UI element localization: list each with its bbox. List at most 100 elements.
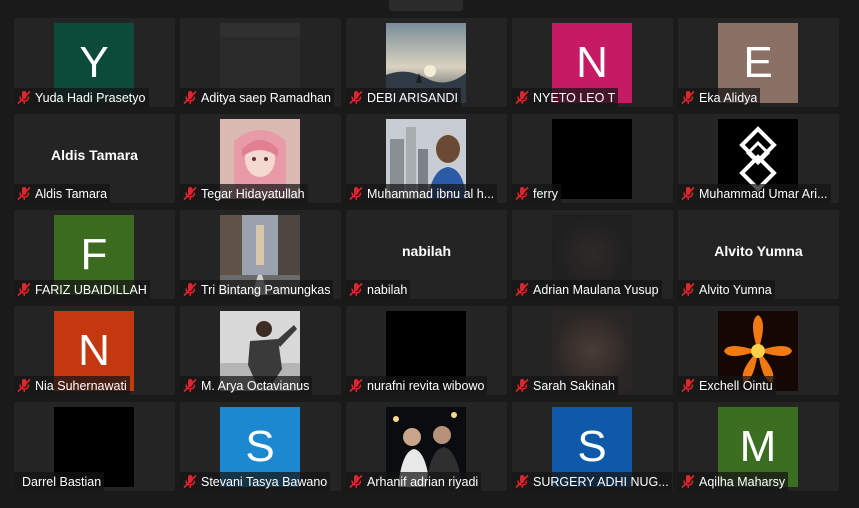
participant-name-label: ferry xyxy=(512,184,561,203)
participant-name: Arhanif adrian riyadi xyxy=(367,474,479,489)
participant-name-label: SURGERY ADHI NUG... xyxy=(512,472,672,491)
participant-name-label: M. Arya Octavianus xyxy=(180,376,313,395)
muted-mic-icon xyxy=(349,90,363,105)
muted-mic-icon xyxy=(183,186,197,201)
participant-tile[interactable]: Muhammad Umar Ari... xyxy=(678,114,839,203)
muted-mic-icon xyxy=(515,90,529,105)
participant-name: SURGERY ADHI NUG... xyxy=(533,474,669,489)
muted-mic-icon xyxy=(681,474,695,489)
participant-name-label: Yuda Hadi Prasetyo xyxy=(14,88,149,107)
participant-tile[interactable]: Tegar Hidayatullah xyxy=(180,114,341,203)
participant-name-label: Darrel Bastian xyxy=(14,472,105,491)
participant-name: Adrian Maulana Yusup xyxy=(533,282,659,297)
muted-mic-icon xyxy=(349,378,363,393)
gallery-grid: Y Yuda Hadi Prasetyo Aditya saep Ramadhan D… xyxy=(14,18,839,491)
participant-tile[interactable]: Tri Bintang Pamungkas xyxy=(180,210,341,299)
muted-mic-icon xyxy=(183,282,197,297)
participant-tile[interactable]: nabilah nabilah xyxy=(346,210,507,299)
participant-name: nurafni revita wibowo xyxy=(367,378,485,393)
participant-name: ferry xyxy=(533,186,558,201)
participant-tile[interactable]: DEBI ARISANDI xyxy=(346,18,507,107)
participant-name-label: Aditya saep Ramadhan xyxy=(180,88,334,107)
participant-name-label: Nia Suhernawati xyxy=(14,376,130,395)
participant-name: Aqilha Maharsy xyxy=(699,474,786,489)
participant-tile[interactable]: S SURGERY ADHI NUG... xyxy=(512,402,673,491)
participant-name: Yuda Hadi Prasetyo xyxy=(35,90,146,105)
participant-name: Aldis Tamara xyxy=(35,186,108,201)
participant-name: Sarah Sakinah xyxy=(533,378,616,393)
muted-mic-icon xyxy=(183,378,197,393)
participant-name-label: Muhammad ibnu al h... xyxy=(346,184,498,203)
muted-mic-icon xyxy=(349,186,363,201)
participant-name: M. Arya Octavianus xyxy=(201,378,310,393)
muted-mic-icon xyxy=(681,378,695,393)
participant-name-label: Aqilha Maharsy xyxy=(678,472,789,491)
participant-tile[interactable]: ferry xyxy=(512,114,673,203)
participant-name-label: NYETO LEO T xyxy=(512,88,619,107)
muted-mic-icon xyxy=(17,282,31,297)
participant-name-label: Sarah Sakinah xyxy=(512,376,619,395)
participant-name-label: Alvito Yumna xyxy=(678,280,775,299)
participant-tile[interactable]: E Eka Alidya xyxy=(678,18,839,107)
participant-name: DEBI ARISANDI xyxy=(367,90,458,105)
participant-tile[interactable]: N Nia Suhernawati xyxy=(14,306,175,395)
participant-name-label: Aldis Tamara xyxy=(14,184,111,203)
muted-mic-icon xyxy=(515,186,529,201)
participant-name-label: Eka Alidya xyxy=(678,88,761,107)
participant-tile[interactable]: Aditya saep Ramadhan xyxy=(180,18,341,107)
participant-name: Stevani Tasya Bawano xyxy=(201,474,328,489)
participant-tile[interactable]: Darrel Bastian xyxy=(14,402,175,491)
participant-name: Nia Suhernawati xyxy=(35,378,127,393)
top-handle[interactable] xyxy=(389,0,463,11)
muted-mic-icon xyxy=(681,186,695,201)
participant-tile[interactable]: N NYETO LEO T xyxy=(512,18,673,107)
muted-mic-icon xyxy=(17,90,31,105)
muted-mic-icon xyxy=(515,378,529,393)
participant-name: Muhammad ibnu al h... xyxy=(367,186,495,201)
participant-name: Tegar Hidayatullah xyxy=(201,186,305,201)
participant-tile[interactable]: M. Arya Octavianus xyxy=(180,306,341,395)
participant-tile[interactable]: Aldis Tamara Aldis Tamara xyxy=(14,114,175,203)
muted-mic-icon xyxy=(681,90,695,105)
muted-mic-icon xyxy=(183,90,197,105)
participant-display-name: nabilah xyxy=(401,243,451,259)
muted-mic-icon xyxy=(349,282,363,297)
participant-name-label: Adrian Maulana Yusup xyxy=(512,280,662,299)
participant-name-label: nabilah xyxy=(346,280,411,299)
participant-name-label: Tri Bintang Pamungkas xyxy=(180,280,334,299)
participant-name-label: Exchell Ointu xyxy=(678,376,776,395)
participant-name: FARIZ UBAIDILLAH xyxy=(35,282,147,297)
participant-name: Exchell Ointu xyxy=(699,378,773,393)
participant-name: Darrel Bastian xyxy=(22,474,102,489)
participant-name: nabilah xyxy=(367,282,408,297)
participant-tile[interactable]: Alvito Yumna Alvito Yumna xyxy=(678,210,839,299)
muted-mic-icon xyxy=(515,474,529,489)
participant-display-name: Alvito Yumna xyxy=(714,243,803,259)
participant-name: NYETO LEO T xyxy=(533,90,616,105)
muted-mic-icon xyxy=(681,282,695,297)
participant-tile[interactable]: Muhammad ibnu al h... xyxy=(346,114,507,203)
participant-photo xyxy=(552,119,632,199)
participant-name-label: Tegar Hidayatullah xyxy=(180,184,308,203)
participant-tile[interactable]: nurafni revita wibowo xyxy=(346,306,507,395)
participant-name-label: Muhammad Umar Ari... xyxy=(678,184,831,203)
participant-tile[interactable]: S Stevani Tasya Bawano xyxy=(180,402,341,491)
participant-tile[interactable]: Sarah Sakinah xyxy=(512,306,673,395)
participant-tile[interactable]: Arhanif adrian riyadi xyxy=(346,402,507,491)
participant-name-label: nurafni revita wibowo xyxy=(346,376,488,395)
muted-mic-icon xyxy=(515,282,529,297)
participant-display-name: Aldis Tamara xyxy=(51,147,138,163)
muted-mic-icon xyxy=(17,378,31,393)
participant-tile[interactable]: Adrian Maulana Yusup xyxy=(512,210,673,299)
participant-name: Eka Alidya xyxy=(699,90,758,105)
participant-name: Aditya saep Ramadhan xyxy=(201,90,331,105)
participant-tile[interactable]: Exchell Ointu xyxy=(678,306,839,395)
participant-tile[interactable]: F FARIZ UBAIDILLAH xyxy=(14,210,175,299)
muted-mic-icon xyxy=(349,474,363,489)
muted-mic-icon xyxy=(183,474,197,489)
participant-name: Muhammad Umar Ari... xyxy=(699,186,828,201)
participant-tile[interactable]: M Aqilha Maharsy xyxy=(678,402,839,491)
participant-tile[interactable]: Y Yuda Hadi Prasetyo xyxy=(14,18,175,107)
participant-name-label: FARIZ UBAIDILLAH xyxy=(14,280,150,299)
participant-name: Alvito Yumna xyxy=(699,282,772,297)
